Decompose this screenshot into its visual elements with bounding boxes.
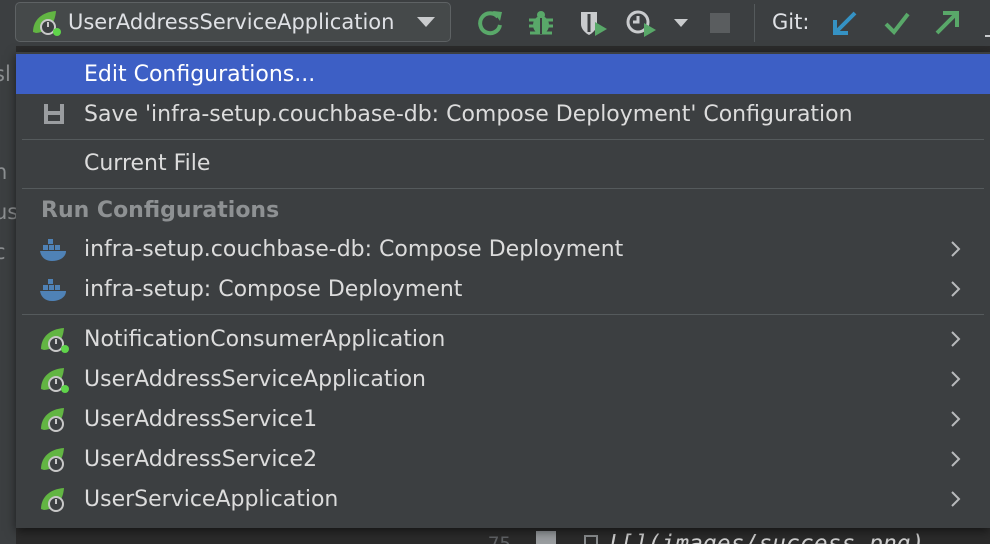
chevron-right-icon (951, 411, 961, 427)
truncated-text: c (0, 240, 6, 264)
git-update-button[interactable] (828, 6, 862, 40)
menu-item-label: UserServiceApplication (84, 486, 339, 512)
menu-item-label: UserAddressService1 (84, 406, 318, 432)
truncated-text: us (0, 200, 16, 224)
rerun-icon (478, 11, 502, 36)
project-panel-fragment: sl n us c (0, 46, 16, 544)
menu-item-label: UserAddressServiceApplication (84, 366, 426, 392)
git-commit-button[interactable] (880, 6, 914, 40)
git-update-icon (833, 11, 857, 35)
menu-item-run-config[interactable]: UserAddressService1 (16, 399, 990, 439)
menu-item-edit-configurations[interactable]: Edit Configurations... (16, 54, 990, 94)
menu-item-run-config[interactable]: infra-setup.couchbase-db: Compose Deploy… (16, 229, 990, 269)
menu-item-run-config[interactable]: infra-setup: Compose Deployment (16, 269, 990, 309)
spring-boot-icon (30, 8, 62, 36)
docker-icon (38, 235, 72, 263)
menu-item-label: Save 'infra-setup.couchbase-db: Compose … (84, 101, 853, 127)
menu-item-label: infra-setup: Compose Deployment (84, 276, 463, 302)
git-commit-icon (884, 12, 910, 36)
chevron-right-icon (951, 281, 961, 297)
more-run-options-button[interactable] (664, 6, 698, 40)
docker-icon (38, 275, 72, 303)
menu-item-run-config[interactable]: UserServiceApplication (16, 479, 990, 519)
save-icon (38, 100, 72, 128)
chevron-right-icon (951, 451, 961, 467)
chevron-down-icon (417, 17, 435, 27)
menu-item-run-config[interactable]: UserAddressService2 (16, 439, 990, 479)
editor-fragment: 75 ![](images/success.png) (478, 527, 990, 544)
run-configuration-selector[interactable]: UserAddressServiceApplication (15, 2, 451, 42)
truncated-text: sl (0, 62, 11, 86)
spring-boot-icon (38, 485, 72, 513)
editor-code-line: ![](images/success.png) (606, 531, 925, 544)
menu-item-label: Current File (84, 150, 211, 176)
profile-button[interactable] (624, 6, 658, 40)
run-configurations-header: Run Configurations (41, 198, 280, 223)
spring-boot-icon (38, 405, 72, 433)
chevron-right-icon (951, 331, 961, 347)
run-with-coverage-button[interactable] (576, 6, 610, 40)
debug-icon (529, 11, 553, 35)
menu-item-run-config[interactable]: UserAddressServiceApplication (16, 359, 990, 399)
toolbar-separator (754, 4, 755, 42)
git-label: Git: (772, 10, 810, 34)
menu-item-save-configuration[interactable]: Save 'infra-setup.couchbase-db: Compose … (16, 94, 990, 134)
chevron-right-icon (951, 241, 961, 257)
debug-button[interactable] (524, 6, 558, 40)
toolbar-overflow[interactable] (972, 6, 990, 40)
stop-button[interactable] (703, 6, 737, 40)
menu-separator (22, 188, 984, 189)
menu-item-label: UserAddressService2 (84, 446, 318, 472)
line-number: 75 (488, 533, 511, 544)
chevron-right-icon (951, 371, 961, 387)
menu-separator (22, 314, 984, 315)
git-push-button[interactable] (930, 6, 964, 40)
rerun-button[interactable] (474, 6, 508, 40)
truncated-text: n (0, 160, 8, 184)
spring-boot-icon (38, 445, 72, 473)
gutter-mark (584, 535, 598, 544)
chevron-right-icon (951, 491, 961, 507)
run-configurations-popup: Edit Configurations... Save 'infra-setup… (16, 52, 990, 528)
main-toolbar: UserAddressServiceApplication Git: (0, 0, 990, 46)
chevron-down-icon (674, 19, 688, 27)
menu-item-current-file[interactable]: Current File (16, 143, 990, 183)
menu-item-label: infra-setup.couchbase-db: Compose Deploy… (84, 236, 624, 262)
profile-icon (626, 10, 656, 37)
spring-boot-running-icon (38, 325, 72, 353)
fold-icon (536, 531, 556, 544)
spring-boot-running-icon (38, 365, 72, 393)
menu-item-label: Edit Configurations... (84, 61, 316, 87)
git-push-icon (935, 11, 959, 35)
run-configuration-selected-label: UserAddressServiceApplication (68, 10, 395, 34)
stop-icon (710, 13, 730, 33)
menu-item-label: NotificationConsumerApplication (84, 326, 446, 352)
overflow-icon (985, 35, 990, 37)
menu-item-run-config[interactable]: NotificationConsumerApplication (16, 319, 990, 359)
menu-separator (22, 139, 984, 140)
coverage-icon (581, 12, 607, 36)
